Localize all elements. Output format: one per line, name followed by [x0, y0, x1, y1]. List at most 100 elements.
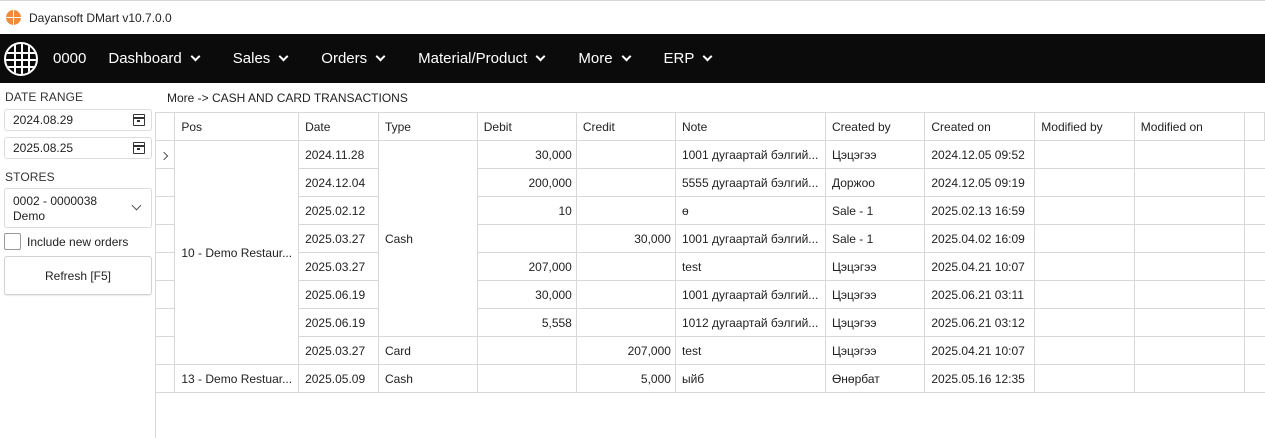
menu-orders[interactable]: Orders [321, 50, 386, 67]
cell-created-by[interactable]: Sale - 1 [825, 196, 926, 225]
cell-modified-by[interactable] [1034, 364, 1135, 393]
cell-modified-by[interactable] [1034, 224, 1135, 253]
date-from-input[interactable]: 2024.08.29 [4, 109, 152, 131]
cell-credit[interactable] [576, 168, 676, 197]
cell-debit[interactable] [477, 336, 577, 365]
menu-sales[interactable]: Sales [233, 50, 289, 67]
cell-modified-on[interactable] [1134, 196, 1246, 225]
cell-credit[interactable] [576, 252, 676, 281]
cell-credit[interactable]: 30,000 [576, 224, 676, 253]
cell-modified-on[interactable] [1134, 308, 1246, 337]
cell-created-by[interactable]: Өнөрбат [825, 364, 926, 393]
column-header-created-by[interactable]: Created by [825, 112, 926, 141]
cell-created-on[interactable]: 2024.12.05 09:52 [924, 140, 1036, 169]
cell-created-by[interactable]: Sale - 1 [825, 224, 926, 253]
column-header-modified-by[interactable]: Modified by [1034, 112, 1135, 141]
cell-note[interactable]: test [675, 252, 826, 281]
cell-modified-on[interactable] [1134, 364, 1246, 393]
menu-dashboard[interactable]: Dashboard [108, 50, 201, 67]
table-row[interactable]: 2024.12.04 200,000 5555 дугаартай бэлгий..… [156, 168, 1265, 197]
refresh-button[interactable]: Refresh [F5] [4, 256, 152, 295]
date-to-input[interactable]: 2025.08.25 [4, 137, 152, 159]
cell-note[interactable]: ө [675, 196, 826, 225]
cell-modified-by[interactable] [1034, 196, 1135, 225]
cell-type[interactable]: Cash [378, 364, 478, 393]
table-row[interactable]: 2025.03.27 Card 207,000 test Цэцэгээ 2025.04.… [156, 336, 1265, 365]
table-row[interactable]: 2025.06.19 30,000 1001 дугаартай бэлгий...… [156, 280, 1265, 309]
cell-debit[interactable]: 5,558 [477, 308, 577, 337]
cell-created-on[interactable]: 2025.04.21 10:07 [924, 252, 1036, 281]
cell-date[interactable]: 2025.06.19 [298, 308, 379, 337]
cell-created-by[interactable]: Цэцэгээ [825, 140, 926, 169]
table-row[interactable]: 2025.03.27 207,000 test Цэцэгээ 2025.04.21 1… [156, 252, 1265, 281]
cell-note[interactable]: 1001 дугаартай бэлгий... [675, 140, 826, 169]
cell-modified-on[interactable] [1134, 224, 1246, 253]
cell-created-on[interactable]: 2025.06.21 03:11 [924, 280, 1036, 309]
column-header-note[interactable]: Note [675, 112, 826, 141]
cell-credit[interactable] [576, 308, 676, 337]
cell-created-on[interactable]: 2025.04.02 16:09 [924, 224, 1036, 253]
cell-date[interactable]: 2025.03.27 [298, 224, 379, 253]
cell-modified-by[interactable] [1034, 280, 1135, 309]
column-header-credit[interactable]: Credit [576, 112, 676, 141]
calendar-icon[interactable] [133, 114, 145, 126]
cell-debit[interactable]: 30,000 [477, 280, 577, 309]
cell-date[interactable]: 2024.11.28 [298, 140, 379, 169]
cell-debit[interactable]: 200,000 [477, 168, 577, 197]
cell-debit[interactable] [477, 364, 577, 393]
cell-date[interactable]: 2025.03.27 [298, 252, 379, 281]
cell-modified-on[interactable] [1134, 252, 1246, 281]
column-header-type[interactable]: Type [378, 112, 478, 141]
cell-credit[interactable] [576, 140, 676, 169]
cell-modified-on[interactable] [1134, 280, 1246, 309]
cell-debit[interactable]: 10 [477, 196, 577, 225]
cell-created-by[interactable]: Цэцэгээ [825, 252, 926, 281]
menu-erp[interactable]: ERP [664, 50, 713, 67]
cell-note[interactable]: 1001 дугаартай бэлгий... [675, 224, 826, 253]
cell-debit[interactable] [477, 224, 577, 253]
cell-created-on[interactable]: 2025.05.16 12:35 [924, 364, 1036, 393]
cell-note[interactable]: 1012 дугаартай бэлгий... [675, 308, 826, 337]
cell-note[interactable]: ыйб [675, 364, 826, 393]
calendar-icon[interactable] [133, 142, 145, 154]
include-new-orders-toggle[interactable]: Include new orders [4, 233, 128, 250]
cell-date[interactable]: 2024.12.04 [298, 168, 379, 197]
cell-note[interactable]: 5555 дугаартай бэлгий... [675, 168, 826, 197]
cell-modified-on[interactable] [1134, 140, 1246, 169]
cell-modified-by[interactable] [1034, 168, 1135, 197]
cell-created-by[interactable]: Цэцэгээ [825, 308, 926, 337]
cell-type[interactable]: Card [378, 336, 478, 365]
cell-modified-by[interactable] [1034, 140, 1135, 169]
cell-date[interactable]: 2025.06.19 [298, 280, 379, 309]
column-header-date[interactable]: Date [298, 112, 379, 141]
cell-created-on[interactable]: 2025.06.21 03:12 [924, 308, 1036, 337]
menu-material-product[interactable]: Material/Product [418, 50, 546, 67]
column-header-debit[interactable]: Debit [477, 112, 577, 141]
column-header-modified-on[interactable]: Modified on [1134, 112, 1246, 141]
cell-created-on[interactable]: 2025.04.21 10:07 [924, 336, 1036, 365]
cell-date[interactable]: 2025.02.12 [298, 196, 379, 225]
cell-debit[interactable]: 30,000 [477, 140, 577, 169]
cell-created-by[interactable]: Доржоо [825, 168, 926, 197]
store-select[interactable]: 0002 - 0000038 Demo [4, 188, 152, 228]
menu-more[interactable]: More [578, 50, 631, 67]
table-row[interactable]: 2025.06.19 5,558 1012 дугаартай бэлгий... Ц… [156, 308, 1265, 337]
cell-credit[interactable] [576, 280, 676, 309]
cell-note[interactable]: test [675, 336, 826, 365]
cell-pos[interactable]: 13 - Demo Restuar... [174, 364, 300, 393]
cell-note[interactable]: 1001 дугаартай бэлгий... [675, 280, 826, 309]
cell-modified-by[interactable] [1034, 252, 1135, 281]
cell-type[interactable]: Cash [378, 140, 478, 337]
include-new-orders-checkbox[interactable] [4, 233, 21, 250]
cell-modified-on[interactable] [1134, 336, 1246, 365]
column-header-created-on[interactable]: Created on [924, 112, 1036, 141]
cell-pos[interactable]: 10 - Demo Restaur... [174, 140, 300, 365]
cell-created-on[interactable]: 2025.02.13 16:59 [924, 196, 1036, 225]
cell-created-by[interactable]: Цэцэгээ [825, 336, 926, 365]
column-header-pos[interactable]: Pos [174, 112, 300, 141]
cell-date[interactable]: 2025.05.09 [298, 364, 379, 393]
cell-created-by[interactable]: Цэцэгээ [825, 280, 926, 309]
cell-modified-by[interactable] [1034, 308, 1135, 337]
cell-credit[interactable]: 207,000 [576, 336, 676, 365]
table-row[interactable]: 2025.02.12 10 ө Sale - 1 2025.02.13 16:59 [156, 196, 1265, 225]
